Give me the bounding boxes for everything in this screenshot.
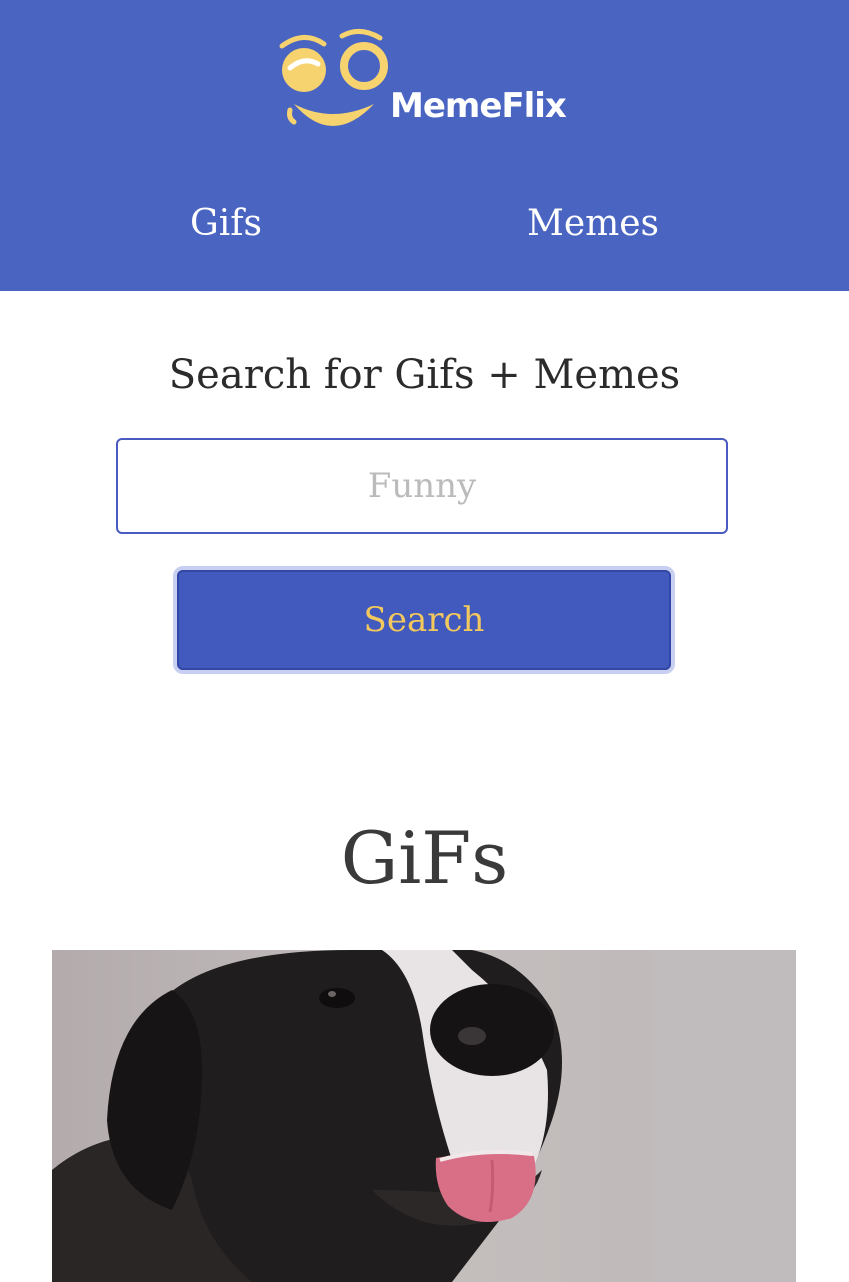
brand-logo[interactable]: MemeFlix — [276, 24, 576, 144]
gifs-section-title: GiFs — [340, 816, 509, 900]
site-header: MemeFlix Gifs Memes — [0, 0, 849, 291]
search-heading: Search for Gifs + Memes — [168, 352, 681, 398]
brand-name: MemeFlix — [390, 86, 567, 126]
winking-face-logo-icon — [279, 29, 388, 126]
dog-gif-image — [52, 950, 796, 1282]
gif-result-card[interactable] — [52, 950, 796, 1282]
search-button-label: Search — [363, 600, 485, 640]
nav-item-gifs[interactable]: Gifs — [126, 196, 326, 252]
nav-item-memes[interactable]: Memes — [493, 196, 693, 252]
search-input[interactable] — [116, 438, 728, 534]
search-button[interactable]: Search — [173, 566, 675, 674]
